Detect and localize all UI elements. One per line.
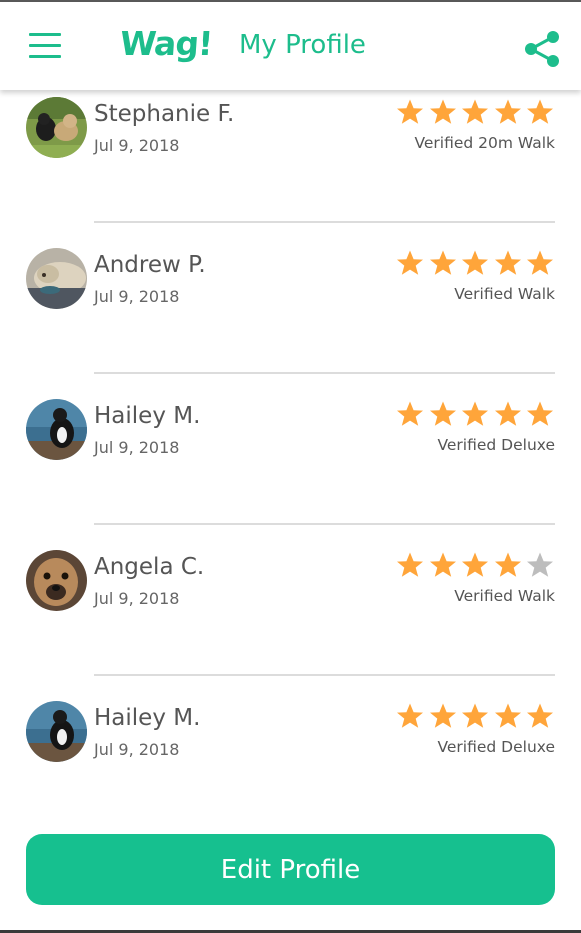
review-date: Jul 9, 2018 — [94, 589, 180, 608]
star-filled-icon — [429, 552, 456, 577]
verified-label: Verified Deluxe — [437, 738, 555, 756]
edit-profile-button[interactable]: Edit Profile — [26, 834, 555, 905]
reviewer-name: Hailey M. — [94, 403, 201, 429]
star-rating — [396, 400, 556, 430]
review-date: Jul 9, 2018 — [94, 438, 180, 457]
verified-label: Verified Walk — [454, 285, 555, 303]
reviewer-avatar — [26, 550, 87, 611]
review-date: Jul 9, 2018 — [94, 287, 180, 306]
star-filled-icon — [397, 401, 423, 426]
star-filled-icon — [494, 552, 521, 577]
star-empty-icon — [527, 552, 554, 577]
star-filled-icon — [527, 703, 554, 728]
star-filled-icon — [429, 250, 456, 275]
share-icon[interactable] — [522, 30, 562, 68]
star-filled-icon — [397, 99, 423, 124]
review-date: Jul 9, 2018 — [94, 740, 180, 759]
star-filled-icon — [429, 401, 456, 426]
star-filled-icon — [429, 99, 456, 124]
verified-label: Verified Walk — [454, 587, 555, 605]
star-filled-icon — [494, 703, 521, 728]
star-filled-icon — [462, 703, 489, 728]
star-filled-icon — [527, 99, 554, 124]
star-rating — [396, 249, 556, 279]
star-filled-icon — [397, 552, 423, 577]
divider — [94, 221, 555, 223]
review-item: Hailey M. Jul 9, 2018 Verified Deluxe — [0, 694, 581, 844]
verified-label: Verified Deluxe — [437, 436, 555, 454]
star-filled-icon — [397, 250, 423, 275]
divider — [94, 674, 555, 676]
reviewer-name: Angela C. — [94, 554, 205, 580]
reviewer-avatar — [26, 399, 87, 460]
star-rating — [396, 551, 556, 581]
page-title: My Profile — [239, 30, 366, 60]
review-date: Jul 9, 2018 — [94, 136, 180, 155]
reviewer-avatar — [26, 248, 87, 309]
wag-logo: Wag! — [118, 24, 214, 63]
star-filled-icon — [527, 250, 554, 275]
star-rating — [396, 702, 556, 732]
verified-label: Verified 20m Walk — [414, 134, 555, 152]
reviewer-name: Stephanie F. — [94, 101, 235, 127]
divider — [94, 372, 555, 374]
hamburger-menu-icon[interactable] — [29, 33, 61, 59]
star-filled-icon — [462, 99, 489, 124]
divider — [94, 523, 555, 525]
star-filled-icon — [527, 401, 554, 426]
star-rating — [396, 98, 556, 128]
review-item: Stephanie F. Jul 9, 2018 Verified 20m Wa… — [0, 90, 581, 240]
star-filled-icon — [462, 552, 489, 577]
reviewer-name: Andrew P. — [94, 252, 206, 278]
star-filled-icon — [494, 99, 521, 124]
reviewer-avatar — [26, 97, 87, 158]
reviewer-avatar — [26, 701, 87, 762]
star-filled-icon — [462, 401, 489, 426]
star-filled-icon — [494, 250, 521, 275]
star-filled-icon — [462, 250, 489, 275]
star-filled-icon — [494, 401, 521, 426]
star-filled-icon — [429, 703, 456, 728]
review-item: Hailey M. Jul 9, 2018 Verified Deluxe — [0, 392, 581, 542]
star-filled-icon — [397, 703, 423, 728]
review-item: Andrew P. Jul 9, 2018 Verified Walk — [0, 241, 581, 391]
reviewer-name: Hailey M. — [94, 705, 201, 731]
app-header: Wag! My Profile — [0, 2, 581, 90]
review-item: Angela C. Jul 9, 2018 Verified Walk — [0, 543, 581, 693]
